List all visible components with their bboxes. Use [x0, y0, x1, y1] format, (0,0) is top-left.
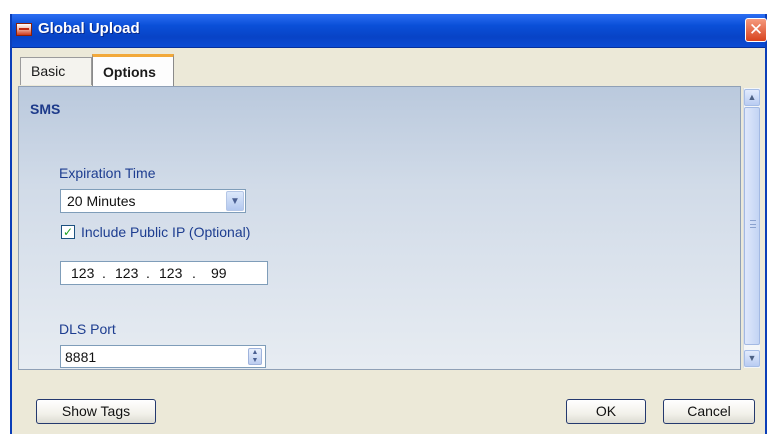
show-tags-button[interactable]: Show Tags — [36, 399, 156, 424]
tab-basic[interactable]: Basic — [20, 57, 92, 85]
chevron-down-icon[interactable]: ▼ — [226, 191, 244, 211]
spin-up-icon[interactable]: ▲ — [249, 349, 261, 357]
ip-octet-3[interactable]: 123 — [159, 265, 182, 281]
ip-separator: . — [102, 265, 106, 281]
options-panel: SMS Expiration Time 20 Minutes ▼ ✓ Inclu… — [18, 86, 741, 370]
title-bar[interactable]: Global Upload ✕ — [12, 14, 767, 48]
ok-button[interactable]: OK — [566, 399, 646, 424]
app-logo-icon — [16, 23, 32, 36]
tab-options[interactable]: Options — [92, 54, 174, 86]
cancel-button[interactable]: Cancel — [663, 399, 755, 424]
close-button[interactable]: ✕ — [745, 18, 767, 42]
expiration-time-select[interactable]: 20 Minutes ▼ — [60, 189, 246, 213]
public-ip-input[interactable]: 123 . 123 . 123 . 99 — [60, 261, 268, 285]
scroll-thumb[interactable] — [744, 107, 760, 345]
window-title: Global Upload — [38, 20, 140, 37]
spin-arrows-icon[interactable]: ▲ ▼ — [248, 348, 262, 365]
include-public-ip-label: Include Public IP (Optional) — [81, 224, 251, 240]
dls-port-label: DLS Port — [59, 321, 116, 337]
expiration-time-value: 20 Minutes — [67, 193, 136, 209]
global-upload-dialog: Global Upload ✕ Basic Options SMS Expira… — [10, 14, 767, 434]
grip-icon — [750, 220, 756, 228]
section-title-sms: SMS — [30, 101, 61, 117]
spin-down-icon[interactable]: ▼ — [249, 357, 261, 365]
include-public-ip-checkbox[interactable]: ✓ — [61, 225, 75, 239]
ip-octet-4[interactable]: 99 — [211, 265, 227, 281]
ip-separator: . — [192, 265, 196, 281]
ip-octet-1[interactable]: 123 — [71, 265, 94, 281]
dls-port-stepper[interactable]: 8881 ▲ ▼ — [60, 345, 266, 368]
scroll-up-icon[interactable]: ▲ — [744, 89, 760, 106]
ip-octet-2[interactable]: 123 — [115, 265, 138, 281]
vertical-scrollbar[interactable]: ▲ ▼ — [743, 88, 760, 368]
scroll-down-icon[interactable]: ▼ — [744, 350, 760, 367]
dls-port-value: 8881 — [65, 349, 97, 365]
expiration-time-label: Expiration Time — [59, 165, 156, 181]
ip-separator: . — [146, 265, 150, 281]
